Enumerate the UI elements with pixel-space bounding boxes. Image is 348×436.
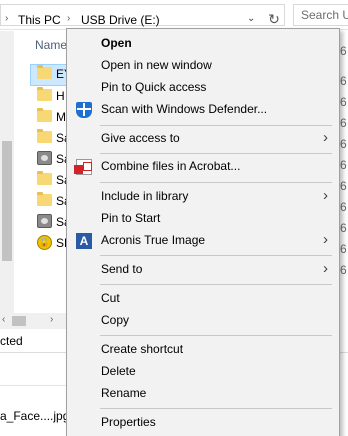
menu-separator — [100, 182, 332, 183]
scrollbar-thumb[interactable] — [2, 141, 12, 261]
menu-item-acronis[interactable]: A Acronis True Image › — [68, 230, 338, 252]
chevron-right-icon: › — [323, 129, 328, 146]
menu-item-copy[interactable]: Copy — [68, 310, 338, 332]
folder-icon — [37, 192, 52, 206]
folder-icon — [37, 87, 52, 101]
menu-item-label: Include in library — [101, 189, 189, 203]
menu-item-combine-acrobat[interactable]: Combine files in Acrobat... — [68, 156, 338, 178]
file-name: M — [56, 110, 66, 124]
file-list-item[interactable]: Sa — [30, 128, 71, 149]
menu-item-label: Pin to Quick access — [101, 80, 207, 94]
menu-item-give-access[interactable]: Give access to › — [68, 128, 338, 150]
menu-item-label: Scan with Windows Defender... — [101, 102, 268, 116]
status-bar-text: cted — [0, 334, 23, 348]
menu-item-label: Properties — [101, 415, 156, 429]
breadcrumb-this-pc[interactable]: This PC — [18, 13, 61, 27]
menu-item-label: Open — [101, 36, 132, 50]
address-bar-area: › This PC › USB Drive (E:) ⌄ ↻ Search U — [0, 0, 348, 30]
breadcrumb-chevron-icon[interactable]: › — [5, 13, 8, 24]
image-file-icon — [37, 214, 52, 228]
search-input[interactable]: Search U — [293, 4, 348, 26]
chevron-right-icon: › — [323, 260, 328, 277]
column-value: 6 — [340, 74, 347, 88]
menu-item-label: Rename — [101, 386, 147, 400]
menu-separator — [100, 153, 332, 154]
column-value: 6 — [340, 95, 347, 109]
file-name: H — [56, 89, 65, 103]
bottom-file-name[interactable]: a_Face....jpg — [0, 409, 69, 423]
column-header-name[interactable]: Name — [35, 38, 67, 52]
acronis-icon: A — [76, 233, 92, 249]
image-file-icon — [37, 151, 52, 165]
menu-item-label: Pin to Start — [101, 211, 161, 225]
menu-item-label: Copy — [101, 313, 130, 327]
menu-item-label: Send to — [101, 262, 143, 276]
menu-item-label: Combine files in Acrobat... — [101, 159, 241, 173]
column-value: 6 — [340, 137, 347, 151]
menu-item-label: Acronis True Image — [101, 233, 206, 247]
menu-item-pin-quick-access[interactable]: Pin to Quick access — [68, 77, 338, 99]
column-value: 6 — [340, 221, 347, 235]
file-list-item[interactable]: H — [30, 86, 70, 107]
menu-item-label: Open in new window — [101, 58, 212, 72]
column-value: 6 — [340, 179, 347, 193]
menu-item-scan-defender[interactable]: Scan with Windows Defender... — [68, 99, 338, 121]
file-list-item[interactable]: Sa — [30, 212, 71, 233]
breadcrumb-usb-drive[interactable]: USB Drive (E:) — [81, 13, 160, 27]
menu-item-open[interactable]: Open — [68, 33, 338, 55]
menu-item-create-shortcut[interactable]: Create shortcut — [68, 339, 338, 361]
column-value: 6 — [340, 242, 347, 256]
menu-item-label: Delete — [101, 364, 136, 378]
locked-file-icon: 🔒 — [37, 235, 52, 250]
column-value: 6 — [340, 158, 347, 172]
menu-separator — [100, 284, 332, 285]
column-value: 6 — [340, 116, 347, 130]
menu-item-label: Give access to — [101, 131, 180, 145]
windows-defender-icon — [76, 102, 92, 118]
chevron-right-icon: › — [323, 187, 328, 204]
context-menu: Open Open in new window Pin to Quick acc… — [66, 28, 340, 436]
file-list-item[interactable]: Sa — [30, 170, 71, 191]
file-list-item[interactable]: 🔒 SE — [30, 233, 72, 254]
chevron-down-icon[interactable]: ⌄ — [247, 13, 255, 24]
file-list-item[interactable]: Sa — [30, 149, 71, 170]
menu-item-include-library[interactable]: Include in library › — [68, 186, 338, 208]
refresh-icon[interactable]: ↻ — [264, 9, 284, 29]
folder-icon — [37, 129, 52, 143]
horizontal-scrollbar[interactable]: ‹ › — [0, 313, 70, 329]
menu-item-pin-start[interactable]: Pin to Start — [68, 208, 338, 230]
menu-separator — [100, 335, 332, 336]
menu-item-cut[interactable]: Cut — [68, 288, 338, 310]
menu-item-open-new-window[interactable]: Open in new window — [68, 55, 338, 77]
address-bar[interactable]: › This PC › USB Drive (E:) ⌄ ↻ — [0, 4, 285, 29]
menu-item-properties[interactable]: Properties — [68, 412, 338, 434]
scroll-left-icon[interactable]: ‹ — [2, 314, 5, 325]
column-value: 6 — [340, 263, 347, 277]
folder-icon — [37, 108, 52, 122]
menu-item-label: Cut — [101, 291, 120, 305]
column-value: 6 — [340, 200, 347, 214]
menu-item-rename[interactable]: Rename — [68, 383, 338, 405]
folder-icon — [37, 65, 52, 79]
menu-item-delete[interactable]: Delete — [68, 361, 338, 383]
chevron-right-icon: › — [323, 231, 328, 248]
acrobat-icon — [74, 159, 92, 175]
column-value: 6 — [340, 44, 347, 58]
menu-separator — [100, 125, 332, 126]
breadcrumb-chevron-icon[interactable]: › — [67, 13, 70, 24]
folder-icon — [37, 171, 52, 185]
file-list-item[interactable]: EY — [30, 64, 72, 85]
scrollbar-thumb[interactable] — [12, 316, 26, 326]
file-list-item[interactable]: M — [30, 107, 70, 128]
menu-separator — [100, 408, 332, 409]
search-placeholder: Search U — [301, 8, 348, 22]
menu-separator — [100, 255, 332, 256]
file-list-item[interactable]: Sa — [30, 191, 71, 212]
menu-item-send-to[interactable]: Send to › — [68, 259, 338, 281]
menu-item-label: Create shortcut — [101, 342, 184, 356]
navigation-pane-scrollbar[interactable] — [0, 31, 14, 321]
scroll-right-icon[interactable]: › — [50, 314, 53, 325]
